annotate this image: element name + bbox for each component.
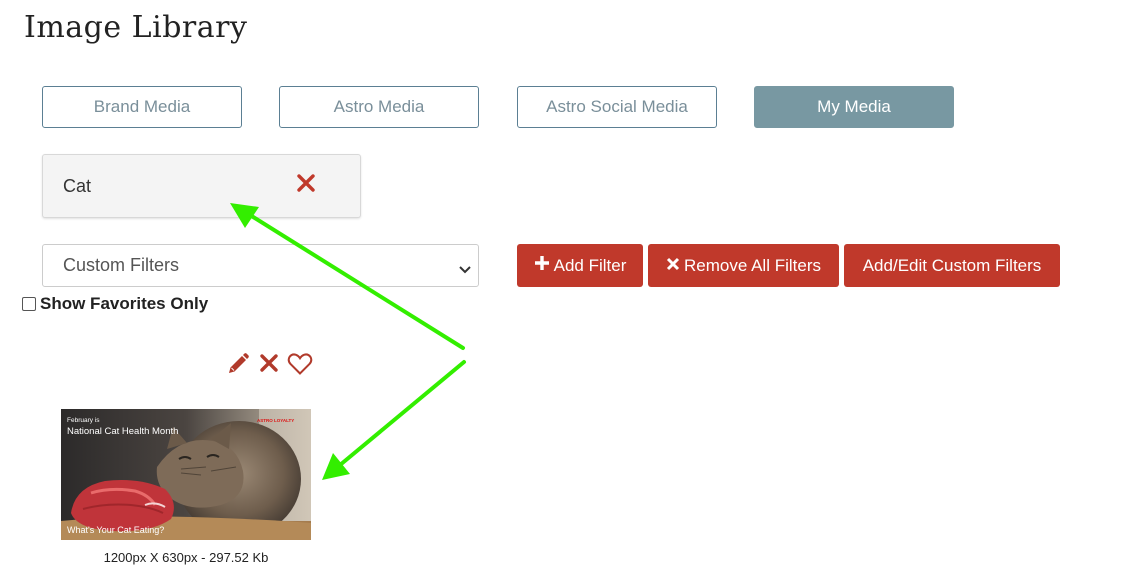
custom-filters-select-value: Custom Filters xyxy=(63,255,180,275)
image-caption: 1200px X 630px - 297.52 Kb xyxy=(103,550,269,565)
close-icon xyxy=(666,256,680,276)
remove-all-filters-button[interactable]: Remove All Filters xyxy=(648,244,839,287)
plus-icon xyxy=(534,255,550,276)
thumbnail-bottom-text: What's Your Cat Eating? xyxy=(67,525,164,535)
active-filter-label: Cat xyxy=(63,176,92,196)
tab-brand-media[interactable]: Brand Media xyxy=(42,86,242,128)
annotation-arrow-to-image xyxy=(322,360,466,480)
tab-astro-social-media[interactable]: Astro Social Media xyxy=(517,86,717,128)
add-edit-custom-filters-button[interactable]: Add/Edit Custom Filters xyxy=(844,244,1060,287)
thumbnail-small-text: February is xyxy=(67,417,100,424)
active-filter-chip: Cat xyxy=(42,154,361,218)
tab-astro-media[interactable]: Astro Media xyxy=(279,86,479,128)
pencil-icon[interactable] xyxy=(226,352,250,381)
custom-filters-select[interactable]: Custom Filters xyxy=(42,244,479,287)
heart-icon[interactable] xyxy=(287,352,313,381)
show-favorites-row: Show Favorites Only xyxy=(22,294,208,314)
thumbnail-logo-text: ASTRO LOYALTY xyxy=(257,418,294,423)
show-favorites-label: Show Favorites Only xyxy=(40,294,209,313)
page-title: Image Library xyxy=(24,10,248,45)
close-icon[interactable] xyxy=(297,173,315,198)
show-favorites-checkbox[interactable] xyxy=(22,297,36,311)
chevron-down-icon xyxy=(458,260,472,281)
add-filter-button[interactable]: Add Filter xyxy=(517,244,643,287)
remove-all-filters-label: Remove All Filters xyxy=(684,255,821,275)
thumbnail-title-text: National Cat Health Month xyxy=(67,426,178,437)
close-icon[interactable] xyxy=(259,353,279,378)
add-filter-label: Add Filter xyxy=(553,255,627,275)
image-thumbnail[interactable]: February is National Cat Health Month AS… xyxy=(61,409,311,540)
tab-my-media[interactable]: My Media xyxy=(754,86,954,128)
